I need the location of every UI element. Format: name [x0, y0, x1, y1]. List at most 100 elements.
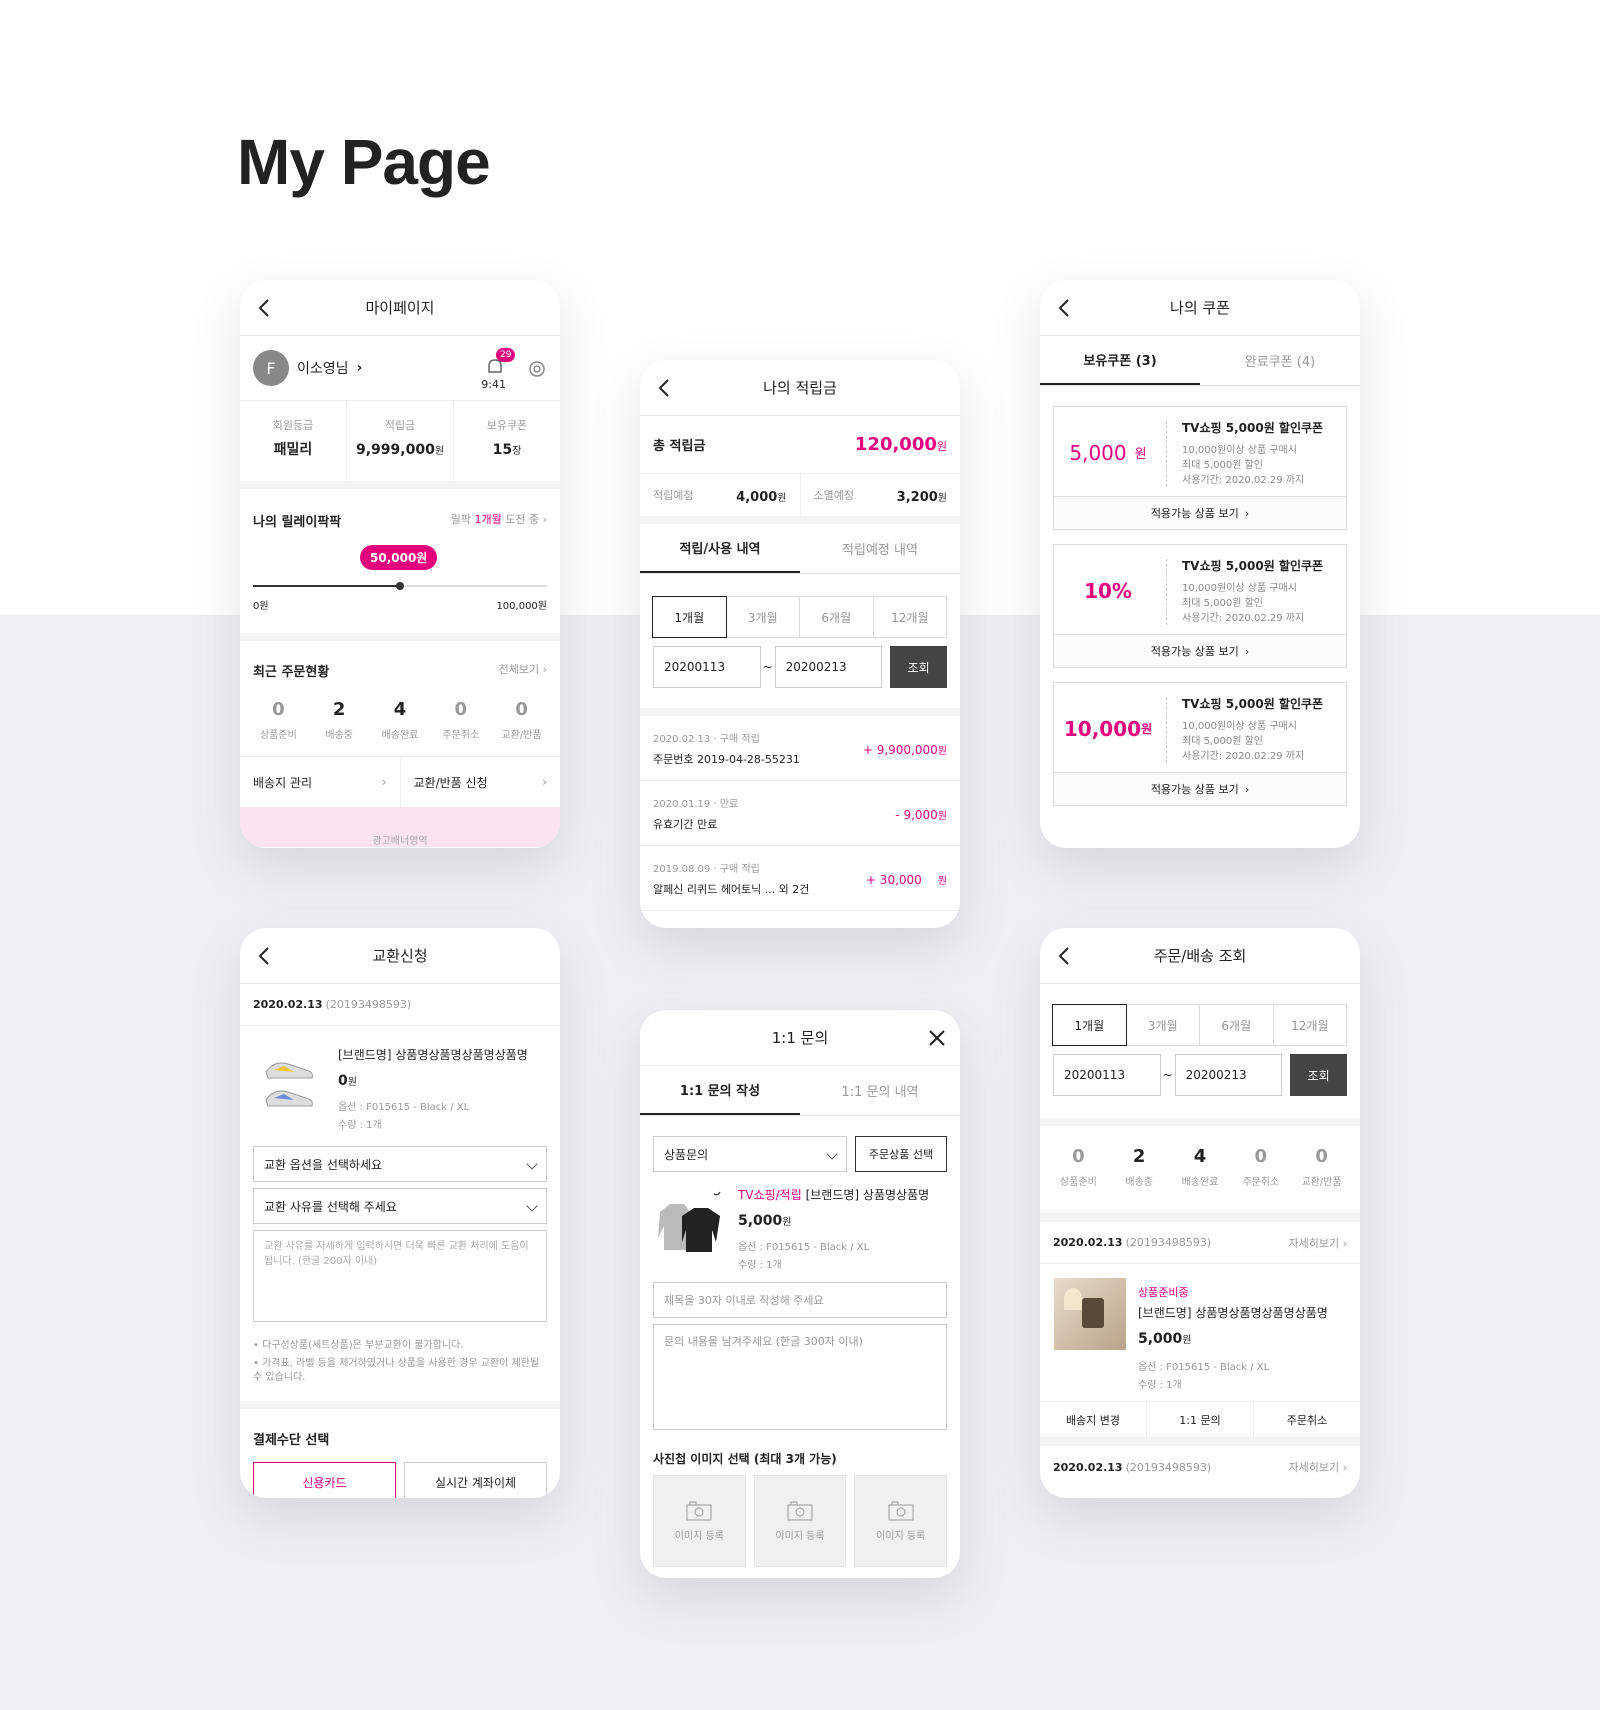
- tab-owned[interactable]: 보유쿠폰 (3): [1040, 336, 1200, 385]
- product-qty: 수량 : 1개: [1138, 1380, 1182, 1391]
- product-image-sweatshirts: [658, 1191, 721, 1252]
- relay-post: 도전 중: [505, 513, 540, 526]
- coupon-products-button[interactable]: 적용가능 상품 보기 ›: [1054, 772, 1346, 805]
- history-row[interactable]: 2020.02.13 · 구매 적립 주문번호 2019-04-28-55231…: [640, 716, 960, 781]
- coupon-products-button[interactable]: 적용가능 상품 보기 ›: [1054, 496, 1346, 529]
- change-address-button[interactable]: 배송지 변경: [1040, 1402, 1147, 1437]
- inquiry-button[interactable]: 1:1 문의: [1147, 1402, 1254, 1437]
- amount-value: + 9,900,000: [862, 743, 938, 757]
- stat-points[interactable]: 적립금 9,999,000원: [347, 401, 454, 481]
- order-info: 2020.02.13 (20193498593): [240, 984, 560, 1026]
- pay-transfer-button[interactable]: 실시간 계좌이체: [404, 1462, 547, 1498]
- back-arrow-icon[interactable]: [1054, 297, 1076, 319]
- order-id: 2020.02.13 (20193498593): [1053, 1236, 1211, 1249]
- period-1m[interactable]: 1개월: [1052, 1004, 1127, 1046]
- order-stat[interactable]: 4 배송완료: [371, 699, 429, 741]
- camera-icon: [888, 1501, 914, 1520]
- stat-label: 적립금: [384, 419, 416, 432]
- avatar: F: [253, 350, 289, 386]
- exchange-reason-textarea[interactable]: 교환 사유를 자세하게 입력하시면 더욱 빠른 교환 처리에 도움이 됩니다. …: [253, 1230, 547, 1322]
- stat-value: 15: [492, 442, 513, 458]
- user-name[interactable]: 이소영님: [297, 358, 349, 378]
- stat-grade[interactable]: 회원등급 패밀리: [240, 401, 347, 481]
- back-arrow-icon[interactable]: [254, 297, 276, 319]
- payment-title: 결제수단 선택: [253, 1433, 330, 1448]
- subject-input[interactable]: 제목을 30자 이내로 작성해 주세요: [653, 1282, 947, 1318]
- order-stat[interactable]: 0 교환/반품: [493, 699, 551, 741]
- card-inquiry: 1:1 문의 1:1 문의 작성 1:1 문의 내역 상품문의 주문상품 선택 …: [640, 1010, 960, 1578]
- order-stat[interactable]: 4 배송완료: [1171, 1146, 1229, 1188]
- order-stat[interactable]: 0 주문취소: [432, 699, 490, 741]
- period-12m[interactable]: 12개월: [872, 596, 947, 638]
- date-to-input[interactable]: 20200213: [1174, 1054, 1283, 1096]
- link-shipping[interactable]: 배송지 관리 ›: [240, 757, 401, 807]
- pay-credit-card-button[interactable]: 신용카드: [253, 1462, 396, 1498]
- detail-link[interactable]: 자세히보기 ›: [1288, 1459, 1347, 1475]
- category-select[interactable]: 상품문의: [653, 1136, 847, 1172]
- button-label: 이미지 등록: [775, 1530, 825, 1542]
- order-stat[interactable]: 0 교환/반품: [1293, 1146, 1351, 1188]
- history-row[interactable]: 2020.01.19 · 만료 유효기간 만료 - 9,000원: [640, 781, 960, 846]
- button-label: 적용가능 상품 보기: [1150, 783, 1239, 796]
- stat-label: 회원등급: [272, 419, 314, 432]
- exchange-option-select[interactable]: 교환 옵션을 선택하세요: [253, 1146, 547, 1182]
- query-button[interactable]: 조회: [890, 646, 948, 688]
- period-3m[interactable]: 3개월: [725, 596, 800, 638]
- coupon-desc: 10,000원이상 상품 구매시 최대 5,000원 할인 사용기간: 2020.0…: [1182, 581, 1304, 626]
- period-12m[interactable]: 12개월: [1272, 1004, 1347, 1046]
- period-6m[interactable]: 6개월: [1199, 1004, 1274, 1046]
- notification-bell-icon[interactable]: 29: [484, 348, 516, 378]
- tab-used[interactable]: 완료쿠폰 (4): [1200, 336, 1360, 385]
- link-exchange[interactable]: 교환/반품 신청 ›: [401, 757, 561, 807]
- back-arrow-icon[interactable]: [254, 945, 276, 967]
- button-label: 신용카드: [302, 1475, 347, 1490]
- period-1m[interactable]: 1개월: [652, 596, 727, 638]
- select-product-button[interactable]: 주문상품 선택: [855, 1136, 947, 1172]
- points-tabs: 적립/사용 내역 적립예정 내역: [640, 524, 960, 574]
- chevron-right-icon[interactable]: ›: [357, 360, 363, 376]
- back-arrow-icon[interactable]: [654, 377, 676, 399]
- photo-upload-button[interactable]: 이미지 등록: [653, 1475, 746, 1567]
- history-row[interactable]: 2019.08.09 · 구매 적립 알페신 리퀴드 헤어토닉 ... 외 2건…: [640, 846, 960, 911]
- period-3m[interactable]: 3개월: [1125, 1004, 1200, 1046]
- stat-count: 0: [1315, 1146, 1328, 1167]
- date-from-input[interactable]: 20200113: [653, 646, 761, 688]
- date-from-input[interactable]: 20200113: [1053, 1054, 1161, 1096]
- order-date: 2020.02.13: [1053, 1236, 1123, 1249]
- period-6m[interactable]: 6개월: [799, 596, 874, 638]
- ad-banner[interactable]: 광고배너영역: [240, 807, 560, 847]
- coupon-max: 최대 5,000원 할인: [1182, 736, 1263, 747]
- coupon-products-button[interactable]: 적용가능 상품 보기 ›: [1054, 634, 1346, 667]
- stat-count: 2: [332, 699, 346, 720]
- product-name: [브랜드명] 상품명상품명상품명상품명: [1138, 1306, 1328, 1320]
- order-stat[interactable]: 2 배송중: [1110, 1146, 1168, 1188]
- tab-write[interactable]: 1:1 문의 작성: [640, 1066, 800, 1115]
- tab-history[interactable]: 적립/사용 내역: [640, 524, 800, 573]
- photo-upload-button[interactable]: 이미지 등록: [854, 1475, 948, 1567]
- order-stat[interactable]: 0 주문취소: [1232, 1146, 1290, 1188]
- tab-list[interactable]: 1:1 문의 내역: [800, 1066, 960, 1115]
- orders-all-link[interactable]: 전체보기 ›: [499, 661, 547, 677]
- price-value: 5,000: [1138, 1331, 1183, 1347]
- close-icon[interactable]: [926, 1027, 948, 1049]
- order-date: 2020.02.13: [253, 998, 323, 1011]
- tab-planned[interactable]: 적립예정 내역: [800, 524, 960, 573]
- order-product: 상품준비중 [브랜드명] 상품명상품명상품명상품명 5,000원 옵션 : F0…: [1040, 1264, 1360, 1402]
- order-stat[interactable]: 0 상품준비: [1049, 1146, 1107, 1188]
- stat-coupons[interactable]: 보유쿠폰 15장: [454, 401, 560, 481]
- date-to-input[interactable]: 20200213: [774, 646, 883, 688]
- photo-upload-button[interactable]: 이미지 등록: [753, 1475, 847, 1567]
- detail-link[interactable]: 자세히보기 ›: [1288, 1235, 1347, 1251]
- order-stat[interactable]: 0 상품준비: [249, 699, 307, 741]
- back-arrow-icon[interactable]: [1054, 945, 1076, 967]
- order-stat[interactable]: 2 배송중: [310, 699, 368, 741]
- query-button[interactable]: 조회: [1290, 1054, 1348, 1096]
- relay-status[interactable]: 릴팍 1개월 도전 중 ›: [451, 511, 547, 527]
- button-label: 이미지 등록: [674, 1530, 724, 1542]
- product-option: 옵션 : F015615 - Black / XL: [1138, 1362, 1270, 1373]
- settings-gear-icon[interactable]: [526, 358, 548, 380]
- content-textarea[interactable]: 문의 내용을 남겨주세요 (한글 300자 이내): [653, 1324, 947, 1430]
- exchange-reason-select[interactable]: 교환 사유를 선택해 주세요: [253, 1188, 547, 1224]
- cancel-order-button[interactable]: 주문취소: [1254, 1402, 1360, 1437]
- chevron-down-icon: [826, 1148, 838, 1160]
